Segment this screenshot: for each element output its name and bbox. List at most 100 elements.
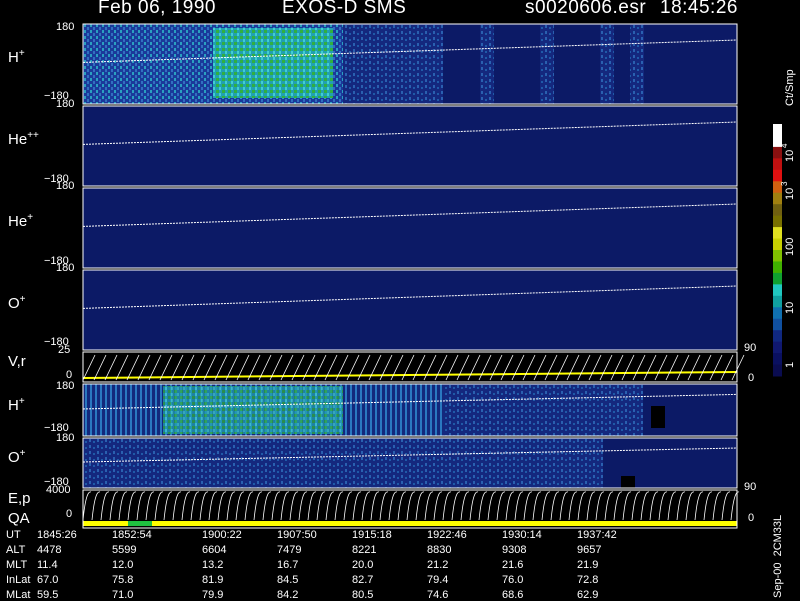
right-tick-bottom: 0 bbox=[748, 512, 755, 524]
ephemeris-cell: 1915:18 bbox=[352, 529, 392, 541]
data-block bbox=[400, 24, 414, 104]
ephemeris-row-label: ALT bbox=[6, 544, 26, 556]
data-block bbox=[83, 438, 603, 488]
panel-label-qa: QA bbox=[8, 510, 30, 527]
colorbar-segment bbox=[773, 238, 782, 251]
ephemeris-cell: 21.9 bbox=[577, 559, 599, 571]
ephemeris-cell: 1922:46 bbox=[427, 529, 467, 541]
panel-background bbox=[83, 270, 737, 350]
y-tick-top: 25 bbox=[58, 344, 71, 356]
colorbar-label-10: 10 bbox=[784, 301, 796, 314]
ephemeris-cell: 9308 bbox=[502, 544, 527, 556]
ephemeris-cell: 59.5 bbox=[37, 589, 59, 601]
data-block bbox=[443, 384, 643, 436]
data-block bbox=[540, 24, 554, 104]
ephemeris-cell: 82.7 bbox=[352, 574, 374, 586]
ephemeris-cell: 84.2 bbox=[277, 589, 299, 601]
ephemeris-row-label: InLat bbox=[6, 574, 31, 586]
colorbar-label-exp3: 3 bbox=[780, 181, 789, 186]
ephemeris-cell: 5599 bbox=[112, 544, 137, 556]
ephemeris-cell: 75.8 bbox=[112, 574, 134, 586]
panel-label-o-plus: O+ bbox=[8, 294, 26, 312]
colorbar-segment bbox=[773, 124, 782, 136]
y-tick-top: 180 bbox=[56, 380, 75, 392]
quality-bar-segment bbox=[128, 521, 152, 526]
spectrogram-chart bbox=[82, 23, 782, 529]
panel-label-h-plus: H+ bbox=[8, 48, 25, 66]
ephemeris-cell: 71.0 bbox=[112, 589, 134, 601]
ephemeris-cell: 21.6 bbox=[502, 559, 524, 571]
colorbar-label-10: 10 bbox=[784, 187, 796, 200]
ephemeris-cell: 67.0 bbox=[37, 574, 59, 586]
y-tick-bottom: 0 bbox=[66, 508, 73, 520]
colorbar-segment bbox=[773, 204, 782, 217]
right-tick-top: 90 bbox=[744, 342, 757, 354]
colorbar-segment bbox=[773, 341, 782, 354]
colorbar-segment bbox=[773, 330, 782, 343]
ephemeris-cell: 1907:50 bbox=[277, 529, 317, 541]
ephemeris-cell: 1937:42 bbox=[577, 529, 617, 541]
colorbar-label-100: 100 bbox=[784, 237, 796, 256]
colorbar-segment bbox=[773, 250, 782, 262]
ephemeris-row-label: UT bbox=[6, 529, 21, 541]
panel-background bbox=[83, 188, 737, 268]
colorbar-segment bbox=[773, 307, 782, 320]
colorbar-segment bbox=[773, 192, 782, 205]
colorbar-label-1: 1 bbox=[784, 361, 796, 368]
colorbar-segment bbox=[773, 215, 782, 228]
ephemeris-cell: 76.0 bbox=[502, 574, 524, 586]
ephemeris-cell: 4478 bbox=[37, 544, 62, 556]
data-block bbox=[630, 24, 644, 104]
colorbar-segment bbox=[773, 146, 782, 159]
panel-label-o-plus-2: O+ bbox=[8, 448, 26, 466]
credit-text: Sep-00 2CM33L bbox=[772, 514, 784, 598]
right-tick-top: 90 bbox=[744, 481, 757, 493]
colorbar-segment bbox=[773, 318, 782, 331]
ephemeris-cell: 72.8 bbox=[577, 574, 599, 586]
ephemeris-cell: 1845:26 bbox=[37, 529, 77, 541]
ephemeris-cell: 79.4 bbox=[427, 574, 449, 586]
y-tick-top: 4000 bbox=[46, 484, 71, 496]
ephemeris-cell: 62.9 bbox=[577, 589, 599, 601]
panel-label-vr: V,r bbox=[8, 353, 26, 370]
data-block bbox=[480, 24, 494, 104]
ephemeris-cell: 1900:22 bbox=[202, 529, 242, 541]
data-block bbox=[213, 28, 333, 98]
ephemeris-cell: 6604 bbox=[202, 544, 227, 556]
right-tick-bottom: 0 bbox=[748, 372, 755, 384]
ephemeris-row-label: MLat bbox=[6, 589, 31, 601]
panel-background bbox=[83, 106, 737, 186]
data-block bbox=[651, 406, 665, 428]
colorbar-segment bbox=[773, 227, 782, 240]
ephemeris-cell: 84.5 bbox=[277, 574, 299, 586]
y-tick-top: 180 bbox=[56, 262, 75, 274]
ephemeris-cell: 11.4 bbox=[37, 559, 58, 571]
ephemeris-cell: 21.2 bbox=[427, 559, 449, 571]
colorbar-segment bbox=[773, 353, 782, 366]
ephemeris-cell: 81.9 bbox=[202, 574, 224, 586]
y-tick-top: 180 bbox=[56, 98, 75, 110]
ephemeris-cell: 7479 bbox=[277, 544, 302, 556]
colorbar-segment bbox=[773, 158, 782, 171]
ephemeris-cell: 16.7 bbox=[277, 559, 299, 571]
ephemeris-cell: 8221 bbox=[352, 544, 377, 556]
y-tick-top: 180 bbox=[56, 432, 75, 444]
y-tick-top: 180 bbox=[56, 21, 75, 33]
ephemeris-cell: 1852:54 bbox=[112, 529, 152, 541]
quality-bar bbox=[83, 521, 737, 526]
ephemeris-cell: 1930:14 bbox=[502, 529, 542, 541]
ephemeris-cell: 13.2 bbox=[202, 559, 224, 571]
panel-label-he-pp: He++ bbox=[8, 130, 39, 148]
ephemeris-cell: 12.0 bbox=[112, 559, 134, 571]
colorbar-segment bbox=[773, 272, 782, 285]
ephemeris-cell: 79.9 bbox=[202, 589, 224, 601]
colorbar-segment bbox=[773, 169, 782, 182]
ephemeris-cell: 80.5 bbox=[352, 589, 374, 601]
colorbar-segment bbox=[773, 284, 782, 297]
y-tick-top: 180 bbox=[56, 180, 75, 192]
colorbar-label-exp4: 4 bbox=[780, 143, 789, 148]
panel-label-h-plus-2: H+ bbox=[8, 396, 25, 414]
colorbar-unit: Ct/Smp bbox=[784, 69, 796, 106]
panel-label-ep: E,p bbox=[8, 490, 31, 507]
colorbar-segment bbox=[773, 261, 782, 274]
